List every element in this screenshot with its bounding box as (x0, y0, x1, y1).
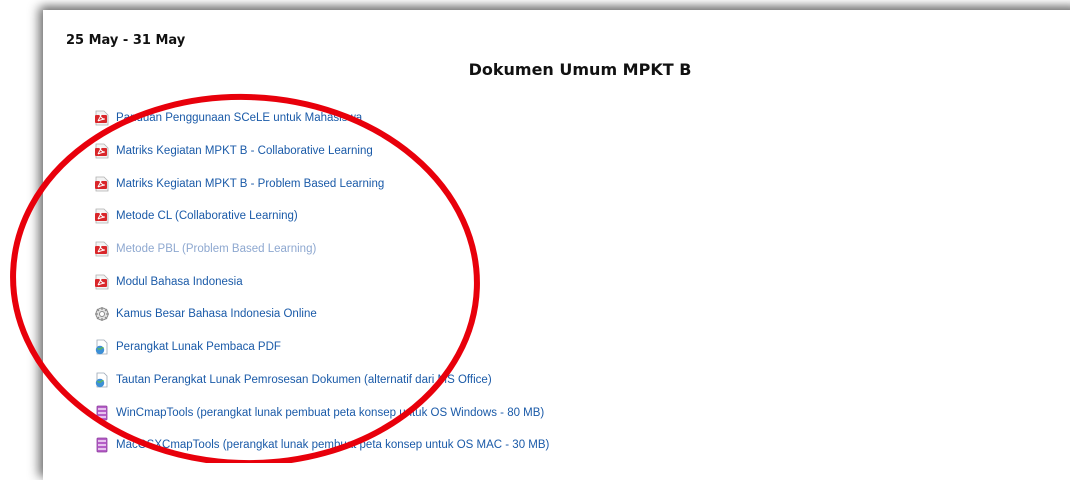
resource-list: Panduan Penggunaan SCeLE untuk Mahasiswa… (94, 102, 549, 462)
resource-link[interactable]: Metode PBL (Problem Based Learning) (116, 243, 316, 255)
archive-icon[interactable] (94, 405, 110, 421)
url-gear-icon[interactable] (94, 306, 110, 322)
resource-link[interactable]: Matriks Kegiatan MPKT B - Collaborative … (116, 145, 373, 157)
web-page-icon[interactable] (94, 339, 110, 355)
resource-item: Matriks Kegiatan MPKT B - Collaborative … (94, 135, 549, 168)
resource-item: Kamus Besar Bahasa Indonesia Online (94, 298, 549, 331)
resource-link[interactable]: Modul Bahasa Indonesia (116, 276, 243, 288)
pdf-icon[interactable] (94, 176, 110, 192)
week-title: 25 May - 31 May (66, 33, 186, 48)
section-title: Dokumen Umum MPKT B (468, 60, 692, 79)
resource-item: Tautan Perangkat Lunak Pemrosesan Dokume… (94, 364, 549, 397)
resource-link[interactable]: Kamus Besar Bahasa Indonesia Online (116, 308, 317, 320)
resource-item: Modul Bahasa Indonesia (94, 265, 549, 298)
resource-link[interactable]: Perangkat Lunak Pembaca PDF (116, 341, 281, 353)
resource-item: Metode PBL (Problem Based Learning) (94, 233, 549, 266)
resource-item: Metode CL (Collaborative Learning) (94, 200, 549, 233)
resource-link[interactable]: MacOSXCmapTools (perangkat lunak pembuat… (116, 439, 549, 451)
resource-link[interactable]: Tautan Perangkat Lunak Pemrosesan Dokume… (116, 374, 492, 386)
resource-link[interactable]: Panduan Penggunaan SCeLE untuk Mahasiswa (116, 112, 362, 124)
resource-item: Matriks Kegiatan MPKT B - Problem Based … (94, 167, 549, 200)
pdf-icon[interactable] (94, 241, 110, 257)
resource-item: Panduan Penggunaan SCeLE untuk Mahasiswa (94, 102, 549, 135)
resource-link[interactable]: Metode CL (Collaborative Learning) (116, 210, 298, 222)
resource-item: MacOSXCmapTools (perangkat lunak pembuat… (94, 429, 549, 462)
resource-link[interactable]: WinCmapTools (perangkat lunak pembuat pe… (116, 407, 544, 419)
pdf-icon[interactable] (94, 110, 110, 126)
web-page-icon[interactable] (94, 372, 110, 388)
pdf-icon[interactable] (94, 208, 110, 224)
pdf-icon[interactable] (94, 143, 110, 159)
resource-item: Perangkat Lunak Pembaca PDF (94, 331, 549, 364)
archive-icon[interactable] (94, 437, 110, 453)
resource-item: WinCmapTools (perangkat lunak pembuat pe… (94, 396, 549, 429)
resource-link[interactable]: Matriks Kegiatan MPKT B - Problem Based … (116, 178, 384, 190)
pdf-icon[interactable] (94, 274, 110, 290)
